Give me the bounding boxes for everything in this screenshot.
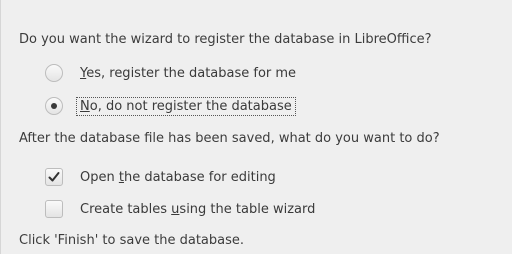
open-for-editing-label-before: Open	[80, 169, 119, 185]
database-wizard-save-panel: Do you want the wizard to register the d…	[0, 0, 512, 254]
create-tables-label[interactable]: Create tables using the table wizard	[77, 201, 318, 218]
register-yes-radio-option[interactable]: Yes, register the database for me	[45, 62, 299, 84]
open-for-editing-checkbox-option[interactable]: Open the database for editing	[45, 166, 279, 188]
create-tables-label-before: Create tables	[80, 201, 172, 217]
register-yes-label-text: es, register the database for me	[86, 65, 297, 81]
open-for-editing-checkbox[interactable]	[45, 168, 63, 186]
register-question-label: Do you want the wizard to register the d…	[19, 32, 432, 47]
register-no-radio-option[interactable]: No, do not register the database	[45, 95, 296, 117]
open-for-editing-label-after: he database for editing	[123, 169, 276, 185]
checkmark-icon	[48, 172, 60, 182]
create-tables-label-after: sing the table wizard	[179, 201, 316, 217]
finish-hint-label: Click 'Finish' to save the database.	[19, 233, 245, 248]
register-yes-label[interactable]: Yes, register the database for me	[77, 65, 299, 82]
create-tables-checkbox[interactable]	[45, 200, 63, 218]
create-tables-checkbox-option[interactable]: Create tables using the table wizard	[45, 198, 318, 220]
open-for-editing-label[interactable]: Open the database for editing	[77, 169, 279, 186]
after-save-question-label: After the database file has been saved, …	[19, 131, 440, 146]
register-yes-radio[interactable]	[45, 64, 63, 82]
register-no-label-text: o, do not register the database	[89, 98, 292, 114]
register-no-radio[interactable]	[45, 97, 63, 115]
register-no-mnemonic: N	[80, 98, 90, 114]
register-no-label[interactable]: No, do not register the database	[76, 96, 296, 116]
